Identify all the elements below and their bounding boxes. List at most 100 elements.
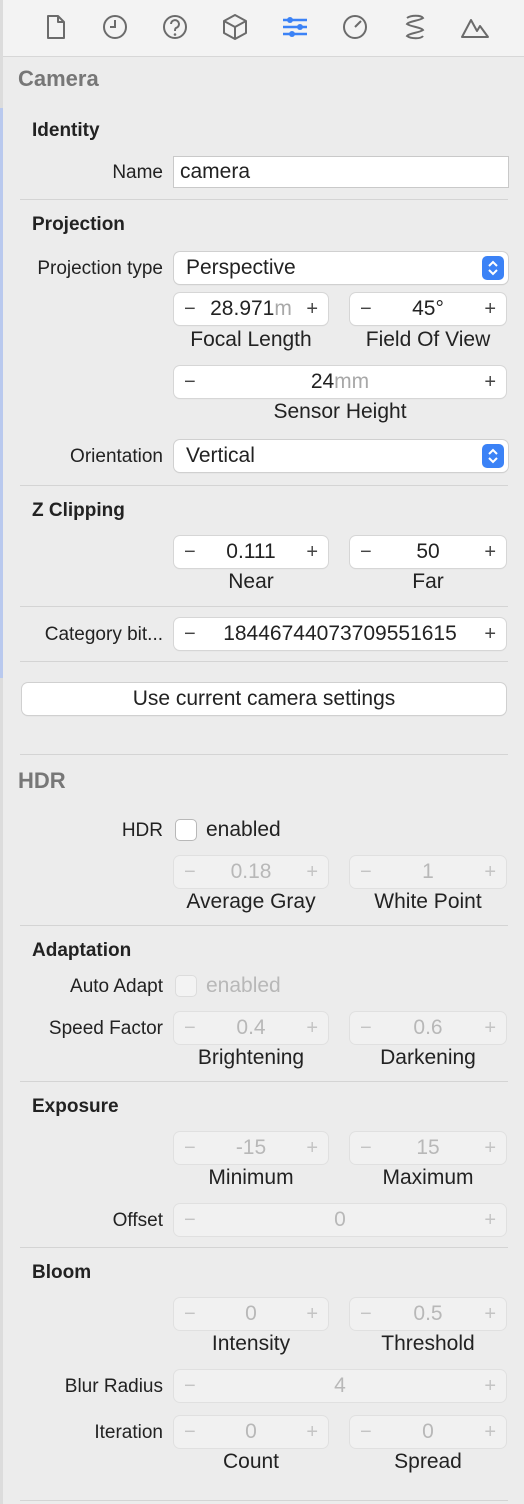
name-field[interactable]: camera (173, 156, 509, 188)
decrement-button[interactable]: − (360, 856, 372, 888)
decrement-button[interactable]: − (184, 1204, 196, 1236)
far-stepper[interactable]: − 50 + (350, 536, 506, 568)
field-of-view-stepper[interactable]: − 45° + (350, 293, 506, 325)
gauge-icon[interactable] (338, 10, 372, 44)
sensor-height-stepper[interactable]: − 24mm + (174, 366, 506, 398)
increment-button[interactable]: + (306, 1132, 318, 1164)
offset-label: Offset (112, 1210, 163, 1231)
use-current-camera-settings-button[interactable]: Use current camera settings (22, 683, 506, 715)
blur-radius-label: Blur Radius (64, 1376, 163, 1397)
name-label: Name (112, 162, 163, 183)
decrement-button[interactable]: − (360, 293, 372, 325)
projection-type-popup[interactable]: Perspective (174, 252, 508, 284)
speed-factor-label: Speed Factor (48, 1018, 163, 1039)
increment-button[interactable]: + (484, 1204, 496, 1236)
increment-button[interactable]: + (484, 1370, 496, 1402)
focal-length-stepper[interactable]: − 28.971m + (174, 293, 328, 325)
divider (20, 661, 508, 662)
decrement-button[interactable]: − (184, 618, 196, 650)
offset-stepper[interactable]: − 0 + (174, 1204, 506, 1236)
increment-button[interactable]: + (484, 293, 496, 325)
increment-button[interactable]: + (484, 1132, 496, 1164)
blur-radius-stepper[interactable]: − 4 + (174, 1370, 506, 1402)
category-bitmask-value: 18446744073709551615 (223, 622, 457, 645)
clock-icon[interactable] (98, 10, 132, 44)
projection-heading: Projection (32, 214, 125, 235)
bloom-intensity-value: 0 (245, 1302, 257, 1325)
decrement-button[interactable]: − (184, 1370, 196, 1402)
decrement-button[interactable]: − (360, 536, 372, 568)
increment-button[interactable]: + (306, 293, 318, 325)
category-bitmask-label: Category bit... (44, 624, 163, 645)
exposure-minimum-caption: Minimum (208, 1166, 294, 1189)
divider (20, 754, 508, 755)
bloom-intensity-stepper[interactable]: − 0 + (174, 1298, 328, 1330)
darkening-caption: Darkening (380, 1046, 476, 1069)
increment-button[interactable]: + (306, 1012, 318, 1044)
average-gray-caption: Average Gray (186, 890, 316, 913)
increment-button[interactable]: + (484, 1012, 496, 1044)
increment-button[interactable]: + (306, 536, 318, 568)
sliders-icon[interactable] (278, 10, 312, 44)
decrement-button[interactable]: − (184, 366, 196, 398)
increment-button[interactable]: + (484, 1298, 496, 1330)
decrement-button[interactable]: − (184, 1416, 196, 1448)
hdr-enabled-label: enabled (206, 818, 281, 841)
divider (20, 606, 508, 607)
cube-icon[interactable] (218, 10, 252, 44)
exposure-minimum-stepper[interactable]: − -15 + (174, 1132, 328, 1164)
category-bitmask-stepper[interactable]: − 18446744073709551615 + (174, 618, 506, 650)
focal-length-value: 28.971 (210, 297, 275, 320)
average-gray-stepper[interactable]: − 0.18 + (174, 856, 328, 888)
bloom-heading: Bloom (32, 1262, 92, 1283)
white-point-stepper[interactable]: − 1 + (350, 856, 506, 888)
increment-button[interactable]: + (484, 1416, 496, 1448)
document-icon[interactable] (38, 10, 72, 44)
help-icon[interactable] (158, 10, 192, 44)
iteration-spread-stepper[interactable]: − 0 + (350, 1416, 506, 1448)
mountain-icon[interactable] (458, 10, 492, 44)
increment-button[interactable]: + (306, 1298, 318, 1330)
increment-button[interactable]: + (484, 856, 496, 888)
increment-button[interactable]: + (306, 856, 318, 888)
decrement-button[interactable]: − (184, 1012, 196, 1044)
divider (20, 1500, 508, 1501)
decrement-button[interactable]: − (360, 1012, 372, 1044)
decrement-button[interactable]: − (184, 1298, 196, 1330)
decrement-button[interactable]: − (360, 1298, 372, 1330)
decrement-button[interactable]: − (184, 856, 196, 888)
darkening-stepper[interactable]: − 0.6 + (350, 1012, 506, 1044)
blur-radius-value: 4 (334, 1374, 346, 1397)
decrement-button[interactable]: − (184, 536, 196, 568)
iteration-count-stepper[interactable]: − 0 + (174, 1416, 328, 1448)
projection-type-value: Perspective (186, 256, 296, 279)
identity-heading: Identity (32, 120, 100, 141)
exposure-maximum-stepper[interactable]: − 15 + (350, 1132, 506, 1164)
increment-button[interactable]: + (484, 366, 496, 398)
brightening-value: 0.4 (236, 1016, 266, 1039)
z-clipping-heading: Z Clipping (32, 500, 125, 521)
orientation-popup[interactable]: Vertical (174, 440, 508, 472)
decrement-button[interactable]: − (360, 1132, 372, 1164)
increment-button[interactable]: + (484, 618, 496, 650)
bloom-threshold-stepper[interactable]: − 0.5 + (350, 1298, 506, 1330)
inspector-toolbar (3, 0, 524, 57)
brightening-stepper[interactable]: − 0.4 + (174, 1012, 328, 1044)
increment-button[interactable]: + (306, 1416, 318, 1448)
auto-adapt-checkbox[interactable] (175, 975, 197, 997)
divider (20, 199, 508, 200)
decrement-button[interactable]: − (184, 1132, 196, 1164)
iteration-spread-caption: Spread (394, 1450, 462, 1473)
spring-icon[interactable] (398, 10, 432, 44)
brightening-caption: Brightening (197, 1046, 305, 1069)
decrement-button[interactable]: − (360, 1416, 372, 1448)
white-point-value: 1 (422, 860, 434, 883)
exposure-heading: Exposure (32, 1096, 119, 1117)
adaptation-heading: Adaptation (32, 940, 132, 961)
near-stepper[interactable]: − 0.111 + (174, 536, 328, 568)
decrement-button[interactable]: − (184, 293, 196, 325)
hdr-enabled-checkbox[interactable] (175, 819, 197, 841)
increment-button[interactable]: + (484, 536, 496, 568)
bloom-threshold-value: 0.5 (413, 1302, 443, 1325)
exposure-minimum-value: -15 (235, 1136, 267, 1159)
